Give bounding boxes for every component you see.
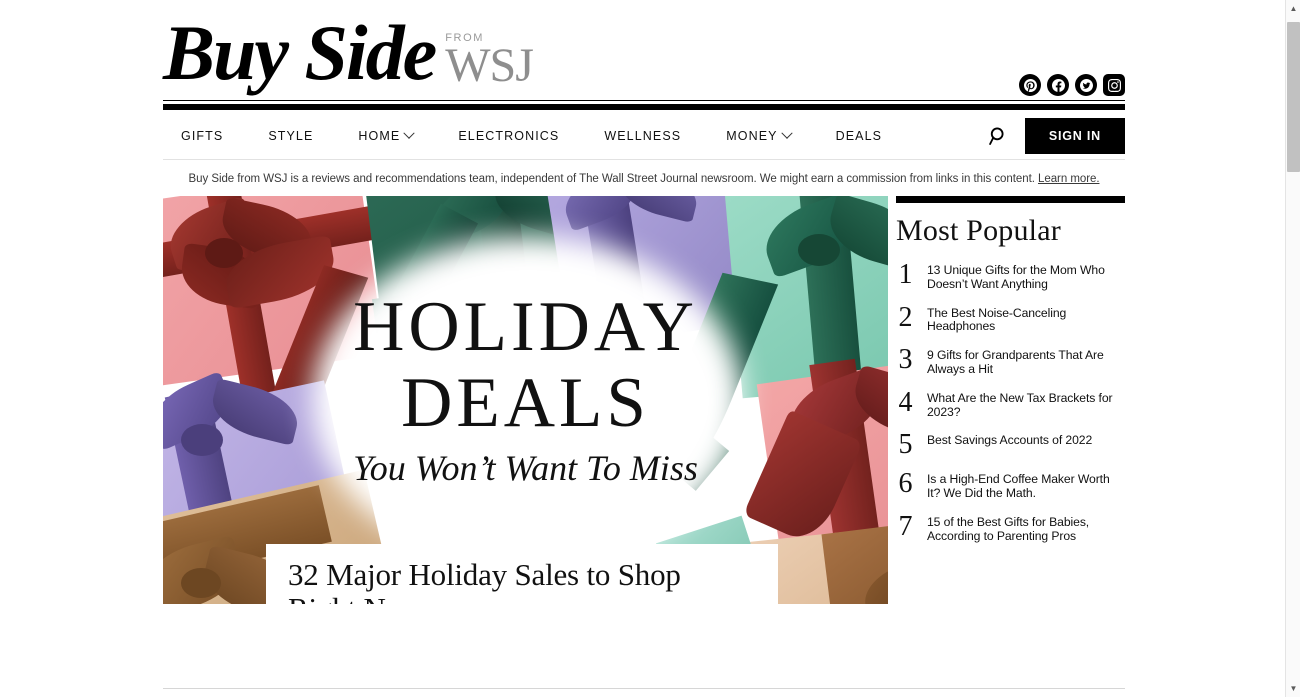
popular-rank: 3 <box>898 344 913 376</box>
list-item[interactable]: 6 Is a High-End Coffee Maker Worth It? W… <box>896 468 1125 501</box>
scrollbar[interactable]: ▲ ▼ <box>1285 0 1300 697</box>
nav-item-label: ELECTRONICS <box>458 128 560 143</box>
most-popular-sidebar: Most Popular 1 13 Unique Gifts for the M… <box>888 196 1125 604</box>
twitter-icon[interactable] <box>1075 74 1097 96</box>
site-logo[interactable]: Buy Side FROM WSJ <box>163 9 534 96</box>
page-container: Buy Side FROM WSJ GIFTS STYLE HOME ELECT… <box>163 0 1125 697</box>
main-navigation: GIFTS STYLE HOME ELECTRONICS WELLNESS MO… <box>163 112 1125 160</box>
nav-item-money[interactable]: MONEY <box>726 127 817 143</box>
list-item[interactable]: 1 13 Unique Gifts for the Mom Who Doesn’… <box>896 259 1125 292</box>
popular-title: 15 of the Best Gifts for Babies, Accordi… <box>927 514 1090 543</box>
popular-title: 9 Gifts for Grandparents That Are Always… <box>927 348 1104 376</box>
scrollbar-thumb[interactable] <box>1287 22 1300 172</box>
nav-item-label: MONEY <box>726 128 778 143</box>
nav-item-deals[interactable]: DEALS <box>836 129 910 143</box>
chevron-down-icon <box>780 127 793 139</box>
list-item[interactable]: 2 The Best Noise-Canceling Headphones <box>896 301 1125 335</box>
list-item[interactable]: 4 What Are the New Tax Brackets for 2023… <box>896 386 1125 420</box>
hero-image <box>163 196 888 604</box>
logo-wsj-text: WSJ <box>445 39 534 92</box>
disclaimer-text: Buy Side from WSJ is a reviews and recom… <box>188 173 1039 185</box>
list-item[interactable]: 5 Best Savings Accounts of 2022 <box>896 429 1125 461</box>
logo-wsj-group: FROM WSJ <box>445 32 534 92</box>
popular-rank: 5 <box>898 429 913 461</box>
nav-item-label: STYLE <box>268 128 314 143</box>
section-divider <box>163 688 1125 689</box>
nav-actions: SIGN IN <box>987 112 1125 160</box>
nav-item-home[interactable]: HOME <box>358 127 440 143</box>
popular-rank: 6 <box>898 468 913 500</box>
popular-title: 13 Unique Gifts for the Mom Who Doesn’t … <box>927 263 1105 291</box>
disclaimer: Buy Side from WSJ is a reviews and recom… <box>163 160 1125 196</box>
nav-item-gifts[interactable]: GIFTS <box>181 129 250 143</box>
list-item[interactable]: 3 9 Gifts for Grandparents That Are Alwa… <box>896 344 1125 377</box>
popular-rank: 7 <box>898 510 913 542</box>
sidebar-title: Most Popular <box>896 214 1061 247</box>
popular-rank: 2 <box>898 301 913 333</box>
masthead-rule-thin <box>163 100 1125 101</box>
social-links <box>1019 74 1125 96</box>
popular-title: Best Savings Accounts of 2022 <box>927 433 1093 448</box>
popular-rank: 4 <box>898 386 913 418</box>
nav-item-wellness[interactable]: WELLNESS <box>604 129 708 143</box>
masthead-rule-thick <box>163 104 1125 110</box>
masthead: Buy Side FROM WSJ <box>163 0 1125 112</box>
scroll-down-arrow-icon[interactable]: ▼ <box>1289 684 1298 693</box>
chevron-down-icon <box>403 127 415 139</box>
scroll-up-arrow-icon[interactable]: ▲ <box>1289 4 1298 13</box>
nav-item-label: GIFTS <box>181 128 224 143</box>
nav-item-electronics[interactable]: ELECTRONICS <box>458 129 586 143</box>
page-title: 32 Major Holiday Sales to Shop Right Now <box>288 557 681 605</box>
hero-article[interactable]: HOLIDAY DEALS You Won’t Want To Miss 32 … <box>163 196 888 604</box>
instagram-icon[interactable] <box>1103 74 1125 96</box>
sidebar-accent-bar <box>896 196 1125 203</box>
learn-more-link[interactable]: Learn more. <box>1038 173 1100 185</box>
nav-links: GIFTS STYLE HOME ELECTRONICS WELLNESS MO… <box>163 127 910 143</box>
nav-item-style[interactable]: STYLE <box>268 129 340 143</box>
logo-buyside-text: Buy Side <box>163 9 437 96</box>
nav-item-label: DEALS <box>835 128 883 143</box>
main-content: HOLIDAY DEALS You Won’t Want To Miss 32 … <box>163 196 1125 604</box>
popular-title: What Are the New Tax Brackets for 2023? <box>927 390 1113 419</box>
popular-rank: 1 <box>898 259 913 290</box>
nav-item-label: HOME <box>358 128 401 143</box>
facebook-icon[interactable] <box>1047 74 1069 96</box>
browser-viewport: Buy Side FROM WSJ GIFTS STYLE HOME ELECT… <box>0 0 1300 697</box>
hero-center-glow <box>313 236 743 566</box>
pinterest-icon[interactable] <box>1019 74 1041 96</box>
list-item[interactable]: 7 15 of the Best Gifts for Babies, Accor… <box>896 510 1125 544</box>
hero-headline-card[interactable]: 32 Major Holiday Sales to Shop Right Now… <box>266 544 778 604</box>
popular-title: Is a High-End Coffee Maker Worth It? We … <box>927 472 1110 501</box>
signin-button[interactable]: SIGN IN <box>1024 118 1125 154</box>
popular-title: The Best Noise-Canceling Headphones <box>927 305 1067 334</box>
nav-item-label: WELLNESS <box>604 128 682 143</box>
search-icon[interactable] <box>987 124 1011 148</box>
